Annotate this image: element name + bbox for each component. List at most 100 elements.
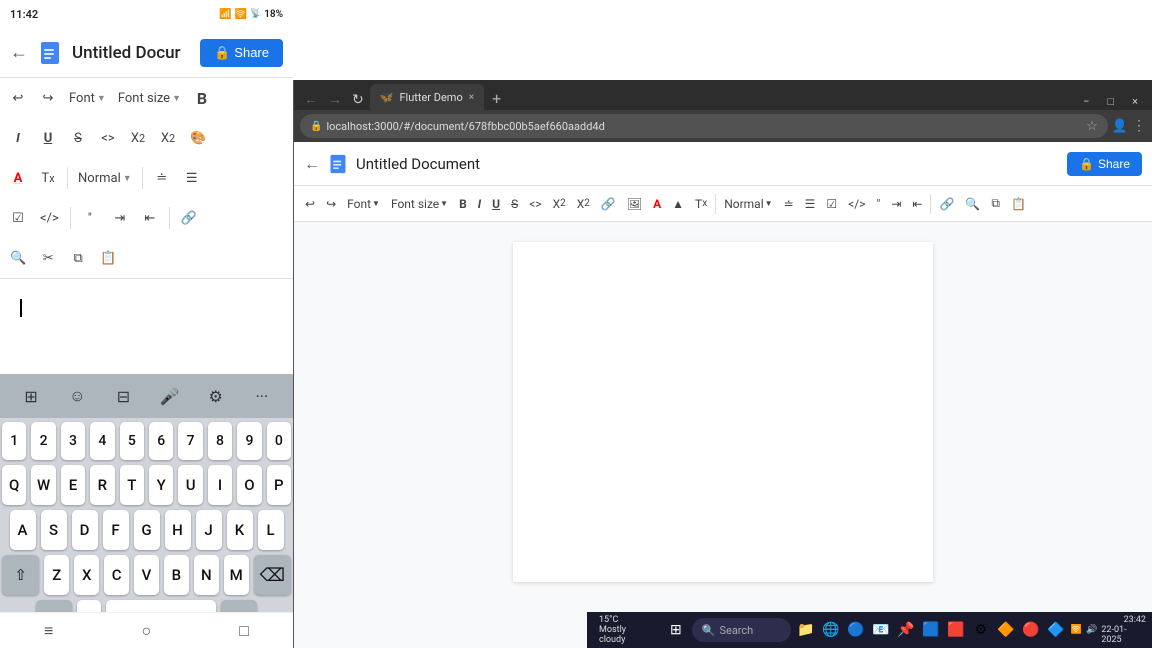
tb-checklist[interactable]: ☑ — [821, 194, 842, 214]
key-e[interactable]: E — [61, 465, 85, 505]
key-h[interactable]: H — [165, 510, 191, 550]
key-2[interactable]: 2 — [31, 422, 55, 460]
format-paint-button[interactable]: 🎨 — [184, 127, 212, 150]
taskbar-edge-icon[interactable]: 🔷 — [1045, 619, 1067, 641]
kb-mic-icon[interactable]: 🎤 — [152, 378, 188, 414]
tb-underline[interactable]: U — [487, 194, 505, 214]
kb-settings-icon[interactable]: ⚙ — [198, 378, 234, 414]
code-inline-button[interactable]: </> — [34, 207, 65, 230]
key-0[interactable]: 0 — [267, 422, 291, 460]
kb-more-icon[interactable]: ··· — [244, 378, 280, 414]
doc-page[interactable] — [513, 242, 933, 582]
kb-emoji-icon[interactable]: ☺ — [59, 378, 95, 414]
key-y[interactable]: Y — [149, 465, 173, 505]
copy-button[interactable]: ⧉ — [64, 247, 92, 270]
key-o[interactable]: O — [237, 465, 261, 505]
key-q[interactable]: Q — [2, 465, 26, 505]
browser-menu-button[interactable]: ⋮ — [1132, 118, 1146, 134]
search-button[interactable]: 🔍 — [4, 247, 32, 270]
key-3[interactable]: 3 — [61, 422, 85, 460]
tb-fontsize-dropdown[interactable]: Font size ▼ — [386, 194, 453, 214]
strikethrough-button[interactable]: S — [64, 127, 92, 150]
browser-forward-btn[interactable]: → — [324, 89, 346, 110]
taskbar-app5-icon[interactable]: 🟦 — [920, 619, 942, 641]
browser-refresh-btn[interactable]: ↻ — [348, 90, 368, 110]
key-p[interactable]: P — [267, 465, 291, 505]
address-bar[interactable]: 🔒 localhost:3000/#/document/678fbbc00b5a… — [300, 114, 1108, 138]
key-v[interactable]: V — [134, 555, 159, 595]
key-9[interactable]: 9 — [237, 422, 261, 460]
italic-button[interactable]: I — [4, 127, 32, 150]
key-5[interactable]: 5 — [120, 422, 144, 460]
font-size-dropdown[interactable]: Font size ▼ — [113, 88, 186, 109]
link-button[interactable]: 🔗 — [175, 207, 203, 230]
highlight-button[interactable]: A — [4, 167, 32, 190]
tb-bullet[interactable]: ☰ — [800, 194, 821, 214]
kb-clipboard-icon[interactable]: ⊞ — [13, 378, 49, 414]
tb-indent-inc[interactable]: ⇥ — [886, 194, 906, 214]
bold-button[interactable]: B — [188, 85, 216, 112]
tb-sub[interactable]: X2 — [548, 194, 571, 214]
taskbar-app4-icon[interactable]: 📌 — [895, 619, 917, 641]
nav-recent-button[interactable]: □ — [239, 621, 249, 641]
tb-image[interactable]: 🖼 — [622, 194, 647, 214]
tb-paste[interactable]: 📋 — [1006, 194, 1031, 214]
tb-strikethrough[interactable]: S — [506, 194, 523, 214]
shift-key[interactable]: ⇧ — [2, 555, 39, 595]
taskbar-files-icon[interactable]: 📁 — [795, 619, 817, 641]
superscript-button[interactable]: X2 — [154, 127, 182, 150]
taskbar-browser1-icon[interactable]: 🌐 — [820, 619, 842, 641]
key-r[interactable]: R — [90, 465, 114, 505]
key-6[interactable]: 6 — [149, 422, 173, 460]
key-7[interactable]: 7 — [178, 422, 202, 460]
key-i[interactable]: I — [208, 465, 232, 505]
underline-button[interactable]: U — [34, 127, 62, 150]
tb-copy[interactable]: ⧉ — [986, 193, 1005, 214]
tb-italic[interactable]: I — [473, 194, 486, 214]
key-n[interactable]: N — [194, 555, 219, 595]
tb-clear[interactable]: Tx — [690, 194, 712, 214]
start-button[interactable]: ⊞ — [664, 622, 688, 638]
taskbar-search[interactable]: 🔍 Search — [692, 618, 791, 642]
share-button-browser[interactable]: 🔒 Share — [1067, 152, 1142, 176]
browser-tab[interactable]: 🦋 Flutter Demo × — [370, 84, 484, 110]
key-f[interactable]: F — [103, 510, 129, 550]
quote-button[interactable]: " — [76, 207, 104, 230]
tb-font-dropdown[interactable]: Font ▼ — [342, 194, 385, 214]
tb-undo[interactable]: ↩ — [300, 194, 320, 214]
back-button[interactable]: ← — [10, 42, 28, 63]
taskbar-browser2-icon[interactable]: 🔵 — [845, 619, 867, 641]
tb-code[interactable]: <> — [524, 194, 546, 214]
tb-bold[interactable]: B — [454, 194, 472, 214]
tb-link2[interactable]: 🔗 — [934, 194, 959, 214]
key-a[interactable]: A — [10, 510, 36, 550]
checkbox-button[interactable]: ☑ — [4, 207, 32, 230]
profile-button[interactable]: 👤 — [1112, 119, 1128, 134]
key-d[interactable]: D — [72, 510, 98, 550]
nav-home-button[interactable]: ○ — [141, 621, 151, 641]
indent-increase-button[interactable]: ⇥ — [106, 207, 134, 230]
backspace-key[interactable]: ⌫ — [254, 555, 291, 595]
undo-button[interactable]: ↩ — [4, 87, 32, 110]
key-m[interactable]: M — [224, 555, 249, 595]
taskbar-chrome-icon[interactable]: 🔴 — [1020, 619, 1042, 641]
key-t[interactable]: T — [120, 465, 144, 505]
maximize-button[interactable]: □ — [1099, 93, 1122, 110]
key-j[interactable]: J — [196, 510, 222, 550]
key-b[interactable]: B — [164, 555, 189, 595]
tb-redo[interactable]: ↪ — [321, 194, 341, 214]
tb-quote[interactable]: " — [871, 194, 885, 214]
key-s[interactable]: S — [41, 510, 67, 550]
numbered-list-button[interactable]: ≐ — [148, 167, 176, 190]
minimize-button[interactable]: − — [1075, 93, 1097, 110]
tb-text-color[interactable]: A — [648, 194, 666, 214]
browser-back-btn[interactable]: ← — [300, 89, 322, 110]
kb-sticker-icon[interactable]: ⊟ — [105, 378, 141, 414]
code-button[interactable]: <> — [94, 127, 122, 150]
indent-decrease-button[interactable]: ⇤ — [136, 207, 164, 230]
tb-link[interactable]: 🔗 — [596, 194, 621, 214]
tab-close-button[interactable]: × — [469, 92, 474, 103]
docs-back-button[interactable]: ← — [304, 154, 320, 174]
font-dropdown[interactable]: Font ▼ — [64, 88, 111, 109]
star-button[interactable]: ☆ — [1086, 119, 1098, 134]
